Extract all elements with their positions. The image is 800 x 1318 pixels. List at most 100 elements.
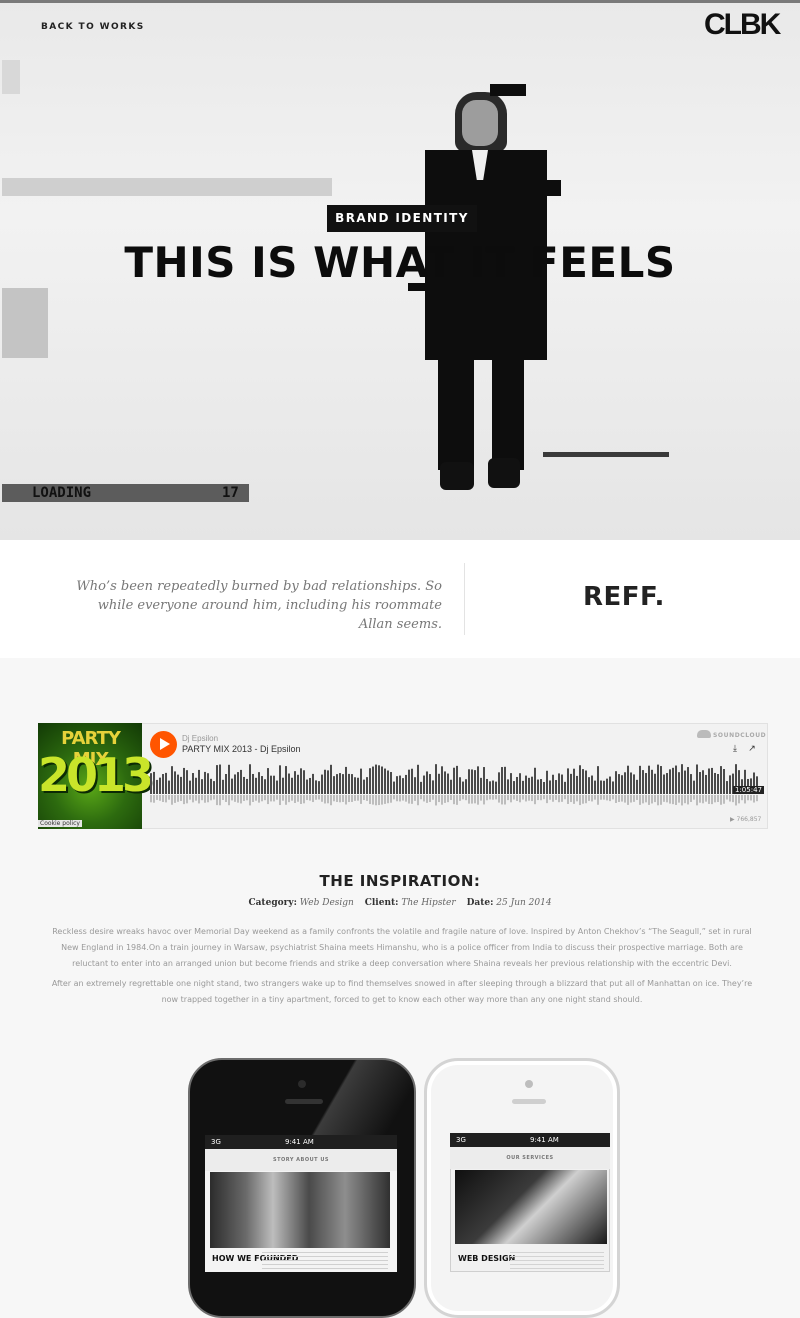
waveform-bar xyxy=(186,770,188,794)
waveform-bar xyxy=(579,765,581,794)
waveform-bar xyxy=(495,781,497,794)
waveform-reflection xyxy=(528,795,530,801)
date-value: 25 Jun 2014 xyxy=(496,898,552,908)
waveform-reflection xyxy=(693,795,695,800)
waveform-reflection xyxy=(165,795,167,803)
waveform-reflection xyxy=(672,795,674,805)
waveform-bar xyxy=(582,769,584,794)
status-bar: 3G 9:41 AM xyxy=(450,1133,610,1147)
waveform-bar xyxy=(501,767,503,794)
artist-name[interactable]: Dj Epsilon xyxy=(182,734,218,743)
waveform-reflection xyxy=(735,795,737,806)
waveform-reflection xyxy=(363,795,365,801)
waveform-bar xyxy=(588,777,590,794)
figure-shoe xyxy=(488,458,520,488)
waveform-reflection xyxy=(657,795,659,806)
waveform-reflection xyxy=(222,795,224,800)
waveform-bar xyxy=(417,764,419,794)
waveform-reflection xyxy=(183,795,185,805)
waveform-reflection xyxy=(252,795,254,803)
client-value[interactable]: The Hipster xyxy=(401,898,455,908)
camera-icon xyxy=(298,1080,306,1088)
glitch-bar xyxy=(2,178,332,196)
logo[interactable]: CLBK xyxy=(704,8,781,42)
waveform-reflection xyxy=(501,795,503,805)
waveform-reflection xyxy=(177,795,179,802)
waveform-reflection xyxy=(513,795,515,800)
waveform-bar xyxy=(654,773,656,794)
waveform-reflection xyxy=(171,795,173,805)
waveform-bar xyxy=(660,766,662,794)
glitch-bar xyxy=(2,60,20,94)
waveform-bar xyxy=(213,781,215,794)
waveform-reflection xyxy=(477,795,479,805)
waveform-bar xyxy=(504,766,506,794)
waveform-reflection xyxy=(318,795,320,800)
waveform-reflection xyxy=(702,795,704,804)
waveform-bar xyxy=(255,777,257,794)
waveform-bar xyxy=(666,773,668,794)
waveform-bar xyxy=(324,769,326,794)
artwork-year: 2013 xyxy=(38,748,154,802)
waveform-reflection xyxy=(324,795,326,804)
waveform[interactable] xyxy=(150,764,760,806)
waveform-reflection xyxy=(300,795,302,804)
waveform-reflection xyxy=(621,795,623,802)
download-icon[interactable]: ⤓ xyxy=(730,744,740,754)
share-icon[interactable]: ↗ xyxy=(747,744,757,754)
waveform-bar xyxy=(411,768,413,794)
waveform-bar xyxy=(399,775,401,794)
waveform-reflection xyxy=(204,795,206,803)
waveform-reflection xyxy=(573,795,575,804)
client-label: Client: xyxy=(364,898,399,908)
waveform-reflection xyxy=(696,795,698,806)
track-title[interactable]: PARTY MIX 2013 - Dj Epsilon xyxy=(182,744,301,754)
waveform-bar xyxy=(558,773,560,794)
waveform-reflection xyxy=(579,795,581,806)
waveform-reflection xyxy=(720,795,722,805)
waveform-reflection xyxy=(405,795,407,802)
waveform-reflection xyxy=(558,795,560,803)
waveform-bar xyxy=(288,773,290,794)
figure-leg xyxy=(492,360,524,470)
waveform-reflection xyxy=(312,795,314,803)
section-title: THE INSPIRATION: xyxy=(319,872,481,890)
screen-header: STORY ABOUT US xyxy=(205,1149,397,1171)
waveform-bar xyxy=(375,764,377,794)
waveform-bar xyxy=(366,777,368,794)
waveform-reflection xyxy=(738,795,740,804)
hero-title: THIS IS WHAT IT FEELS xyxy=(124,238,676,287)
waveform-reflection xyxy=(162,795,164,802)
waveform-reflection xyxy=(747,795,749,801)
waveform-bar xyxy=(456,765,458,794)
waveform-bar xyxy=(279,765,281,794)
soundcloud-label[interactable]: SOUNDCLOUD xyxy=(713,732,766,739)
waveform-reflection xyxy=(633,795,635,802)
waveform-reflection xyxy=(453,795,455,805)
waveform-bar xyxy=(633,774,635,794)
waveform-reflection xyxy=(486,795,488,801)
waveform-reflection xyxy=(243,795,245,801)
waveform-reflection xyxy=(297,795,299,802)
cookie-policy-link[interactable]: Cookie policy xyxy=(38,820,82,827)
waveform-reflection xyxy=(246,795,248,801)
waveform-reflection xyxy=(741,795,743,801)
play-button[interactable] xyxy=(150,731,177,758)
waveform-reflection xyxy=(492,795,494,800)
waveform-reflection xyxy=(342,795,344,802)
waveform-bar xyxy=(189,780,191,794)
waveform-reflection xyxy=(714,795,716,803)
quote-text: Who’s been repeatedly burned by bad rela… xyxy=(76,579,442,632)
category-value[interactable]: Web Design xyxy=(300,898,354,908)
waveform-reflection xyxy=(435,795,437,806)
waveform-bar xyxy=(258,772,260,794)
play-count: ▶ 766,857 xyxy=(730,816,762,823)
waveform-reflection xyxy=(426,795,428,803)
waveform-reflection xyxy=(750,795,752,801)
waveform-bar xyxy=(195,777,197,794)
back-to-works-link[interactable]: BACK TO WORKS xyxy=(41,22,145,32)
soundcloud-icon[interactable] xyxy=(697,730,711,738)
waveform-reflection xyxy=(639,795,641,805)
waveform-reflection xyxy=(669,795,671,804)
waveform-reflection xyxy=(522,795,524,800)
